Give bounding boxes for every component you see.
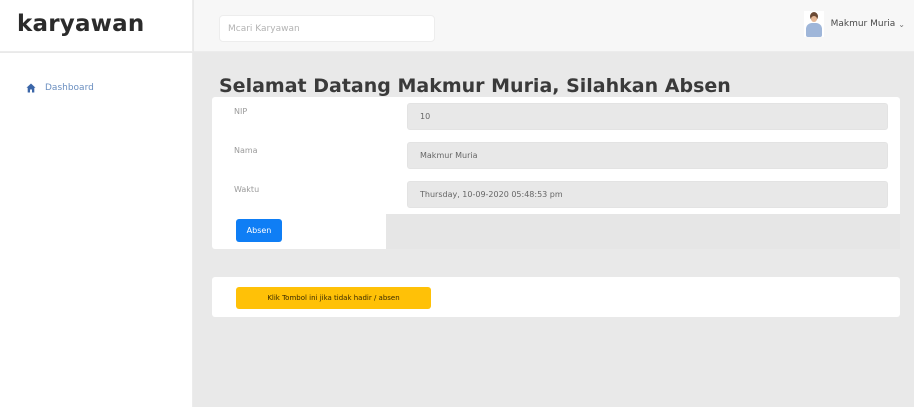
nama-field: Makmur Muria <box>407 142 888 169</box>
nama-label: Nama <box>234 146 258 155</box>
card-footer-filler <box>386 214 900 249</box>
page-title: Selamat Datang Makmur Muria, Silahkan Ab… <box>219 75 731 97</box>
form-row-nama: Nama Makmur Muria <box>212 136 900 172</box>
waktu-label: Waktu <box>234 185 260 194</box>
sidebar: Dashboard <box>0 53 193 407</box>
tidak-hadir-button[interactable]: Klik Tombol ini jika tidak hadir / absen <box>236 287 431 309</box>
user-menu[interactable]: Makmur Muria ⌄ <box>803 11 905 37</box>
search-input[interactable] <box>219 15 435 42</box>
brand-area: karyawan <box>0 0 193 52</box>
waktu-field: Thursday, 10-09-2020 05:48:53 pm <box>407 181 888 208</box>
form-row-waktu: Waktu Thursday, 10-09-2020 05:48:53 pm <box>212 175 900 211</box>
nip-label: NIP <box>234 107 248 116</box>
chevron-down-icon[interactable]: ⌄ <box>898 20 905 29</box>
home-icon <box>26 83 36 93</box>
sidebar-item-dashboard[interactable]: Dashboard <box>26 83 94 93</box>
user-name[interactable]: Makmur Muria <box>831 19 896 29</box>
brand-logo[interactable]: karyawan <box>17 11 144 37</box>
top-navbar: Makmur Muria ⌄ <box>194 0 914 52</box>
absen-button[interactable]: Absen <box>236 219 282 242</box>
absen-form-card: NIP 10 Nama Makmur Muria Waktu Thursday,… <box>212 97 900 249</box>
sidebar-item-label[interactable]: Dashboard <box>45 83 94 93</box>
avatar[interactable] <box>803 11 824 37</box>
nip-field: 10 <box>407 103 888 130</box>
form-row-nip: NIP 10 <box>212 97 900 133</box>
